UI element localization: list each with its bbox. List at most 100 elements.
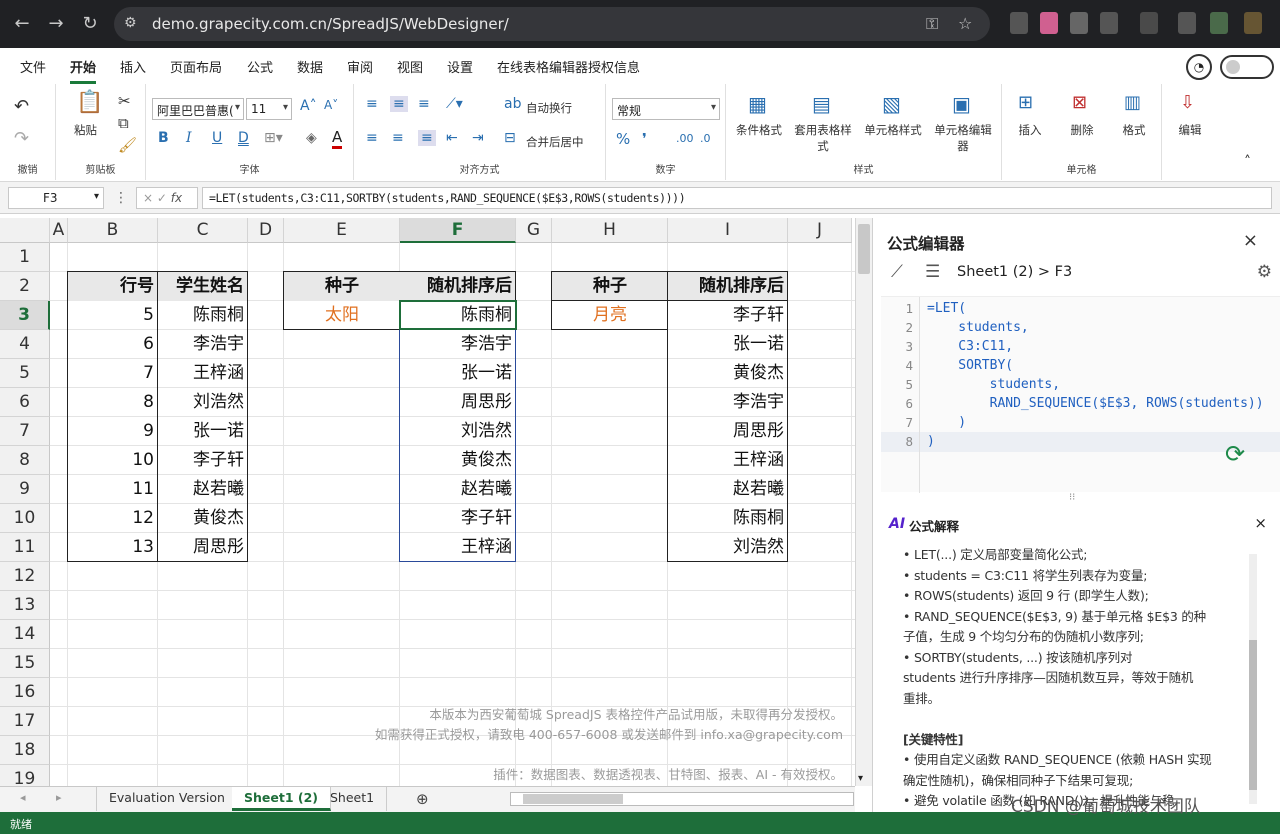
- tab-sheet1-2[interactable]: Sheet1 (2): [232, 787, 332, 811]
- row-header-18[interactable]: 18: [0, 736, 50, 765]
- toggle-switch[interactable]: [1220, 55, 1274, 79]
- menu-data[interactable]: 数据: [297, 57, 323, 76]
- extension-icon[interactable]: [1210, 12, 1228, 34]
- delete-cells-icon[interactable]: ⊠: [1072, 92, 1087, 113]
- column-header-f[interactable]: F: [400, 218, 516, 243]
- format-cells-button[interactable]: 格式: [1116, 122, 1152, 138]
- bold-icon[interactable]: B: [158, 130, 169, 146]
- decrease-font-icon[interactable]: A˅: [324, 98, 338, 112]
- align-right-icon[interactable]: ≡: [418, 130, 436, 146]
- back-icon[interactable]: ←: [8, 10, 36, 38]
- format-formula-icon[interactable]: ⟋: [891, 262, 903, 282]
- extension-icon[interactable]: [1140, 12, 1158, 34]
- conditional-format-button[interactable]: 条件格式: [730, 122, 788, 138]
- cell-style-button[interactable]: 单元格样式: [860, 122, 926, 138]
- row-header-17[interactable]: 17: [0, 707, 50, 736]
- font-color-icon[interactable]: A: [332, 128, 343, 149]
- merge-icon[interactable]: ⊟: [504, 130, 516, 146]
- conditional-format-icon[interactable]: ▦: [748, 92, 767, 116]
- column-header-e[interactable]: E: [284, 218, 400, 243]
- row-header-1[interactable]: 1: [0, 243, 50, 272]
- row-header-13[interactable]: 13: [0, 591, 50, 620]
- cell-style-icon[interactable]: ▧: [882, 92, 901, 116]
- row-header-11[interactable]: 11: [0, 533, 50, 562]
- settings-gear-icon[interactable]: ⚙: [1257, 262, 1272, 282]
- active-cell-selection[interactable]: [399, 300, 517, 330]
- add-sheet-icon[interactable]: ⊕: [416, 790, 429, 808]
- edit-icon[interactable]: ⇩: [1180, 92, 1195, 113]
- formula-input[interactable]: =LET(students,C3:C11,SORTBY(students,RAN…: [202, 187, 1272, 209]
- format-painter-icon[interactable]: 🖌: [118, 136, 137, 154]
- extension-icon[interactable]: [1040, 12, 1058, 34]
- undo-icon[interactable]: ↶: [14, 96, 29, 117]
- font-size-select[interactable]: 11: [246, 98, 292, 120]
- merge-center-button[interactable]: 合并后居中: [526, 134, 584, 150]
- cell-editor-icon[interactable]: ▣: [952, 92, 971, 116]
- extension-icon[interactable]: [1178, 12, 1196, 34]
- row-header-10[interactable]: 10: [0, 504, 50, 533]
- extension-icon[interactable]: [1100, 12, 1118, 34]
- menu-insert[interactable]: 插入: [120, 57, 146, 76]
- column-header-g[interactable]: G: [516, 218, 552, 243]
- row-header-2[interactable]: 2: [0, 272, 50, 301]
- h-scroll-thumb[interactable]: [523, 794, 623, 804]
- row-header-7[interactable]: 7: [0, 417, 50, 446]
- menu-settings[interactable]: 设置: [447, 57, 473, 76]
- bookmark-star-icon[interactable]: ☆: [958, 14, 972, 33]
- paste-icon[interactable]: 📋: [76, 90, 103, 115]
- cancel-icon[interactable]: ×: [143, 191, 153, 205]
- refresh-icon[interactable]: ⟳: [1225, 440, 1245, 468]
- cut-icon[interactable]: ✂: [118, 92, 131, 110]
- percent-icon[interactable]: %: [616, 130, 630, 148]
- tree-view-icon[interactable]: ☰: [925, 262, 940, 282]
- explain-scrollbar[interactable]: [1249, 554, 1257, 804]
- table-style-icon[interactable]: ▤: [812, 92, 831, 116]
- fx-box[interactable]: × ✓ fx: [136, 187, 198, 209]
- row-header-16[interactable]: 16: [0, 678, 50, 707]
- menu-home[interactable]: 开始: [70, 57, 97, 84]
- wrap-text-icon[interactable]: ab: [504, 96, 521, 112]
- number-format-select[interactable]: 常规: [612, 98, 720, 120]
- address-bar[interactable]: ⚙ demo.grapecity.com.cn/SpreadJS/WebDesi…: [114, 7, 990, 41]
- theme-icon[interactable]: ◔: [1186, 54, 1212, 80]
- redo-icon[interactable]: ↷: [14, 128, 29, 149]
- menu-page-layout[interactable]: 页面布局: [170, 57, 222, 76]
- tab-next-icon[interactable]: ▸: [56, 791, 62, 804]
- row-header-5[interactable]: 5: [0, 359, 50, 388]
- row-header-4[interactable]: 4: [0, 330, 50, 359]
- more-icon[interactable]: ⋮: [114, 190, 128, 206]
- collapse-ribbon-icon[interactable]: ˄: [1244, 154, 1251, 170]
- wrap-text-button[interactable]: 自动换行: [526, 100, 572, 116]
- align-bottom-icon[interactable]: ≡: [418, 96, 430, 112]
- insert-cells-icon[interactable]: ⊞: [1018, 92, 1033, 113]
- column-header-j[interactable]: J: [788, 218, 852, 243]
- delete-cells-button[interactable]: 删除: [1064, 122, 1100, 138]
- menu-file[interactable]: 文件: [20, 57, 46, 76]
- row-header-6[interactable]: 6: [0, 388, 50, 417]
- double-underline-icon[interactable]: D: [238, 130, 249, 146]
- explain-scroll-thumb[interactable]: [1249, 640, 1257, 790]
- cell-editor-button[interactable]: 单元格编辑器: [930, 122, 996, 154]
- menu-license-info[interactable]: 在线表格编辑器授权信息: [497, 57, 640, 76]
- confirm-icon[interactable]: ✓: [157, 191, 167, 205]
- site-info-icon[interactable]: ⚙: [124, 15, 137, 31]
- close-explain-icon[interactable]: ×: [1254, 514, 1267, 532]
- extension-icon[interactable]: [1070, 12, 1088, 34]
- column-header-d[interactable]: D: [248, 218, 284, 243]
- align-center-icon[interactable]: ≡: [392, 130, 404, 146]
- copy-icon[interactable]: ⧉: [118, 114, 129, 132]
- close-panel-icon[interactable]: ×: [1243, 230, 1258, 251]
- spreadsheet-grid[interactable]: A B C D E F G H I J 1 2 3 4 5 6 7 8 9 10 11 12 13 14 15 16 17 18 19 行…: [0, 218, 855, 786]
- column-header-b[interactable]: B: [68, 218, 158, 243]
- fx-icon[interactable]: fx: [171, 191, 182, 205]
- align-middle-icon[interactable]: ≡: [390, 96, 408, 112]
- menu-review[interactable]: 审阅: [347, 57, 373, 76]
- column-header-c[interactable]: C: [158, 218, 248, 243]
- row-header-9[interactable]: 9: [0, 475, 50, 504]
- key-icon[interactable]: ⚿: [926, 14, 938, 34]
- decrease-indent-icon[interactable]: ⇤: [446, 130, 458, 146]
- scroll-thumb[interactable]: [858, 224, 870, 274]
- decrease-decimal-icon[interactable]: .0: [700, 132, 711, 145]
- horizontal-scrollbar[interactable]: [510, 792, 854, 806]
- corner-select-all[interactable]: [0, 218, 50, 243]
